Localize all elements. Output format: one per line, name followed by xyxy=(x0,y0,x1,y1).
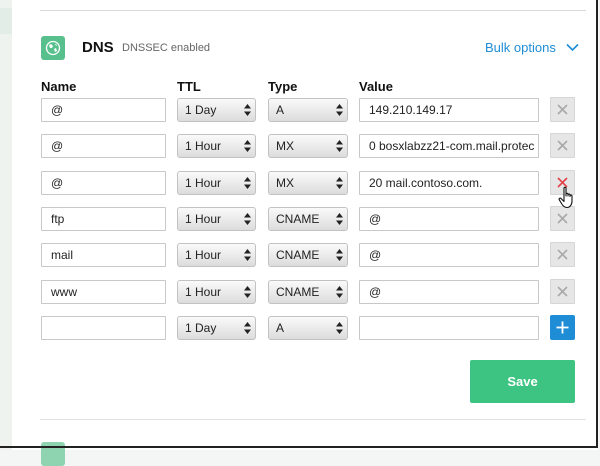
record-type-select[interactable]: CNAME xyxy=(268,207,348,231)
record-ttl-select[interactable]: 1 Hour xyxy=(177,207,256,231)
record-value-input[interactable]: 149.210.149.17 xyxy=(359,98,539,122)
record-ttl-select[interactable]: 1 Hour xyxy=(177,134,256,158)
column-header-value: Value xyxy=(359,79,393,94)
plus-icon xyxy=(556,321,569,334)
record-type-value: CNAME xyxy=(276,248,320,262)
select-arrows-icon xyxy=(336,104,343,116)
select-arrows-icon xyxy=(336,140,343,152)
column-header-type: Type xyxy=(268,79,298,94)
record-ttl-value: 1 Hour xyxy=(185,139,222,153)
record-name-input[interactable]: mail xyxy=(41,243,166,267)
record-type-select[interactable]: CNAME xyxy=(268,280,348,304)
record-type-value: MX xyxy=(276,139,294,153)
chevron-down-icon xyxy=(566,43,579,52)
top-divider xyxy=(40,10,586,11)
select-arrows-icon xyxy=(244,322,251,334)
record-name-input[interactable]: ftp xyxy=(41,207,166,231)
delete-record-button[interactable] xyxy=(550,97,575,122)
new-record-type-value: A xyxy=(276,321,285,335)
record-type-value: CNAME xyxy=(276,285,320,299)
add-record-button[interactable] xyxy=(550,315,575,340)
new-record-ttl-select[interactable]: 1 Day xyxy=(177,316,256,340)
record-ttl-select[interactable]: 1 Hour xyxy=(177,171,256,195)
record-value-input[interactable]: 0 bosxlabzz21-com.mail.protec xyxy=(359,134,539,158)
record-ttl-select[interactable]: 1 Day xyxy=(177,98,256,122)
record-name-input[interactable]: @ xyxy=(41,171,166,195)
select-arrows-icon xyxy=(336,249,343,261)
record-value-input[interactable]: @ xyxy=(359,207,539,231)
record-ttl-value: 1 Day xyxy=(185,103,217,117)
dnssec-status: DNSSEC enabled xyxy=(122,42,211,54)
close-icon xyxy=(557,286,568,297)
select-arrows-icon xyxy=(244,286,251,298)
select-arrows-icon xyxy=(336,286,343,298)
select-arrows-icon xyxy=(244,140,251,152)
new-record-name-input[interactable] xyxy=(41,316,166,340)
record-ttl-select[interactable]: 1 Hour xyxy=(177,243,256,267)
select-arrows-icon xyxy=(244,249,251,261)
record-value-input[interactable]: @ xyxy=(359,243,539,267)
select-arrows-icon xyxy=(336,322,343,334)
record-name-input[interactable]: @ xyxy=(41,134,166,158)
record-type-value: CNAME xyxy=(276,212,320,226)
delete-record-button[interactable] xyxy=(550,242,575,267)
record-name-input[interactable]: @ xyxy=(41,98,166,122)
record-ttl-value: 1 Hour xyxy=(185,285,222,299)
select-arrows-icon xyxy=(336,213,343,225)
save-button[interactable]: Save xyxy=(470,360,575,403)
close-icon xyxy=(557,104,568,115)
close-icon xyxy=(557,177,568,188)
new-record-ttl-value: 1 Day xyxy=(185,321,217,335)
record-type-value: A xyxy=(276,103,285,117)
bulk-options-label: Bulk options xyxy=(485,40,556,55)
select-arrows-icon xyxy=(244,104,251,116)
record-value-input[interactable]: 20 mail.contoso.com. xyxy=(359,171,539,195)
select-arrows-icon xyxy=(244,213,251,225)
close-icon xyxy=(557,213,568,224)
record-value-input[interactable]: @ xyxy=(359,280,539,304)
section-title: DNS xyxy=(82,39,114,56)
record-type-select[interactable]: MX xyxy=(268,171,348,195)
record-ttl-select[interactable]: 1 Hour xyxy=(177,280,256,304)
bottom-divider xyxy=(40,419,586,420)
delete-record-button[interactable] xyxy=(550,206,575,231)
column-header-ttl: TTL xyxy=(177,79,201,94)
new-record-value-input[interactable] xyxy=(359,316,539,340)
record-type-select[interactable]: A xyxy=(268,98,348,122)
select-arrows-icon xyxy=(336,177,343,189)
sidebar-item-hint xyxy=(0,8,12,34)
record-type-select[interactable]: MX xyxy=(268,134,348,158)
delete-record-button[interactable] xyxy=(550,170,575,195)
column-header-name: Name xyxy=(41,79,77,94)
delete-record-button[interactable] xyxy=(550,279,575,304)
dns-card: DNS DNSSEC enabled Bulk options Name TTL… xyxy=(12,0,598,466)
left-sidebar-strip xyxy=(0,0,12,450)
record-ttl-value: 1 Hour xyxy=(185,248,222,262)
record-ttl-value: 1 Hour xyxy=(185,176,222,190)
new-record-type-select[interactable]: A xyxy=(268,316,348,340)
record-name-input[interactable]: www xyxy=(41,280,166,304)
close-icon xyxy=(557,249,568,260)
record-type-select[interactable]: CNAME xyxy=(268,243,348,267)
bulk-options-toggle[interactable]: Bulk options xyxy=(485,40,579,55)
record-ttl-value: 1 Hour xyxy=(185,212,222,226)
delete-record-button[interactable] xyxy=(550,133,575,158)
next-section-icon xyxy=(41,442,65,466)
close-icon xyxy=(557,140,568,151)
select-arrows-icon xyxy=(244,177,251,189)
record-type-value: MX xyxy=(276,176,294,190)
globe-icon xyxy=(41,36,65,60)
